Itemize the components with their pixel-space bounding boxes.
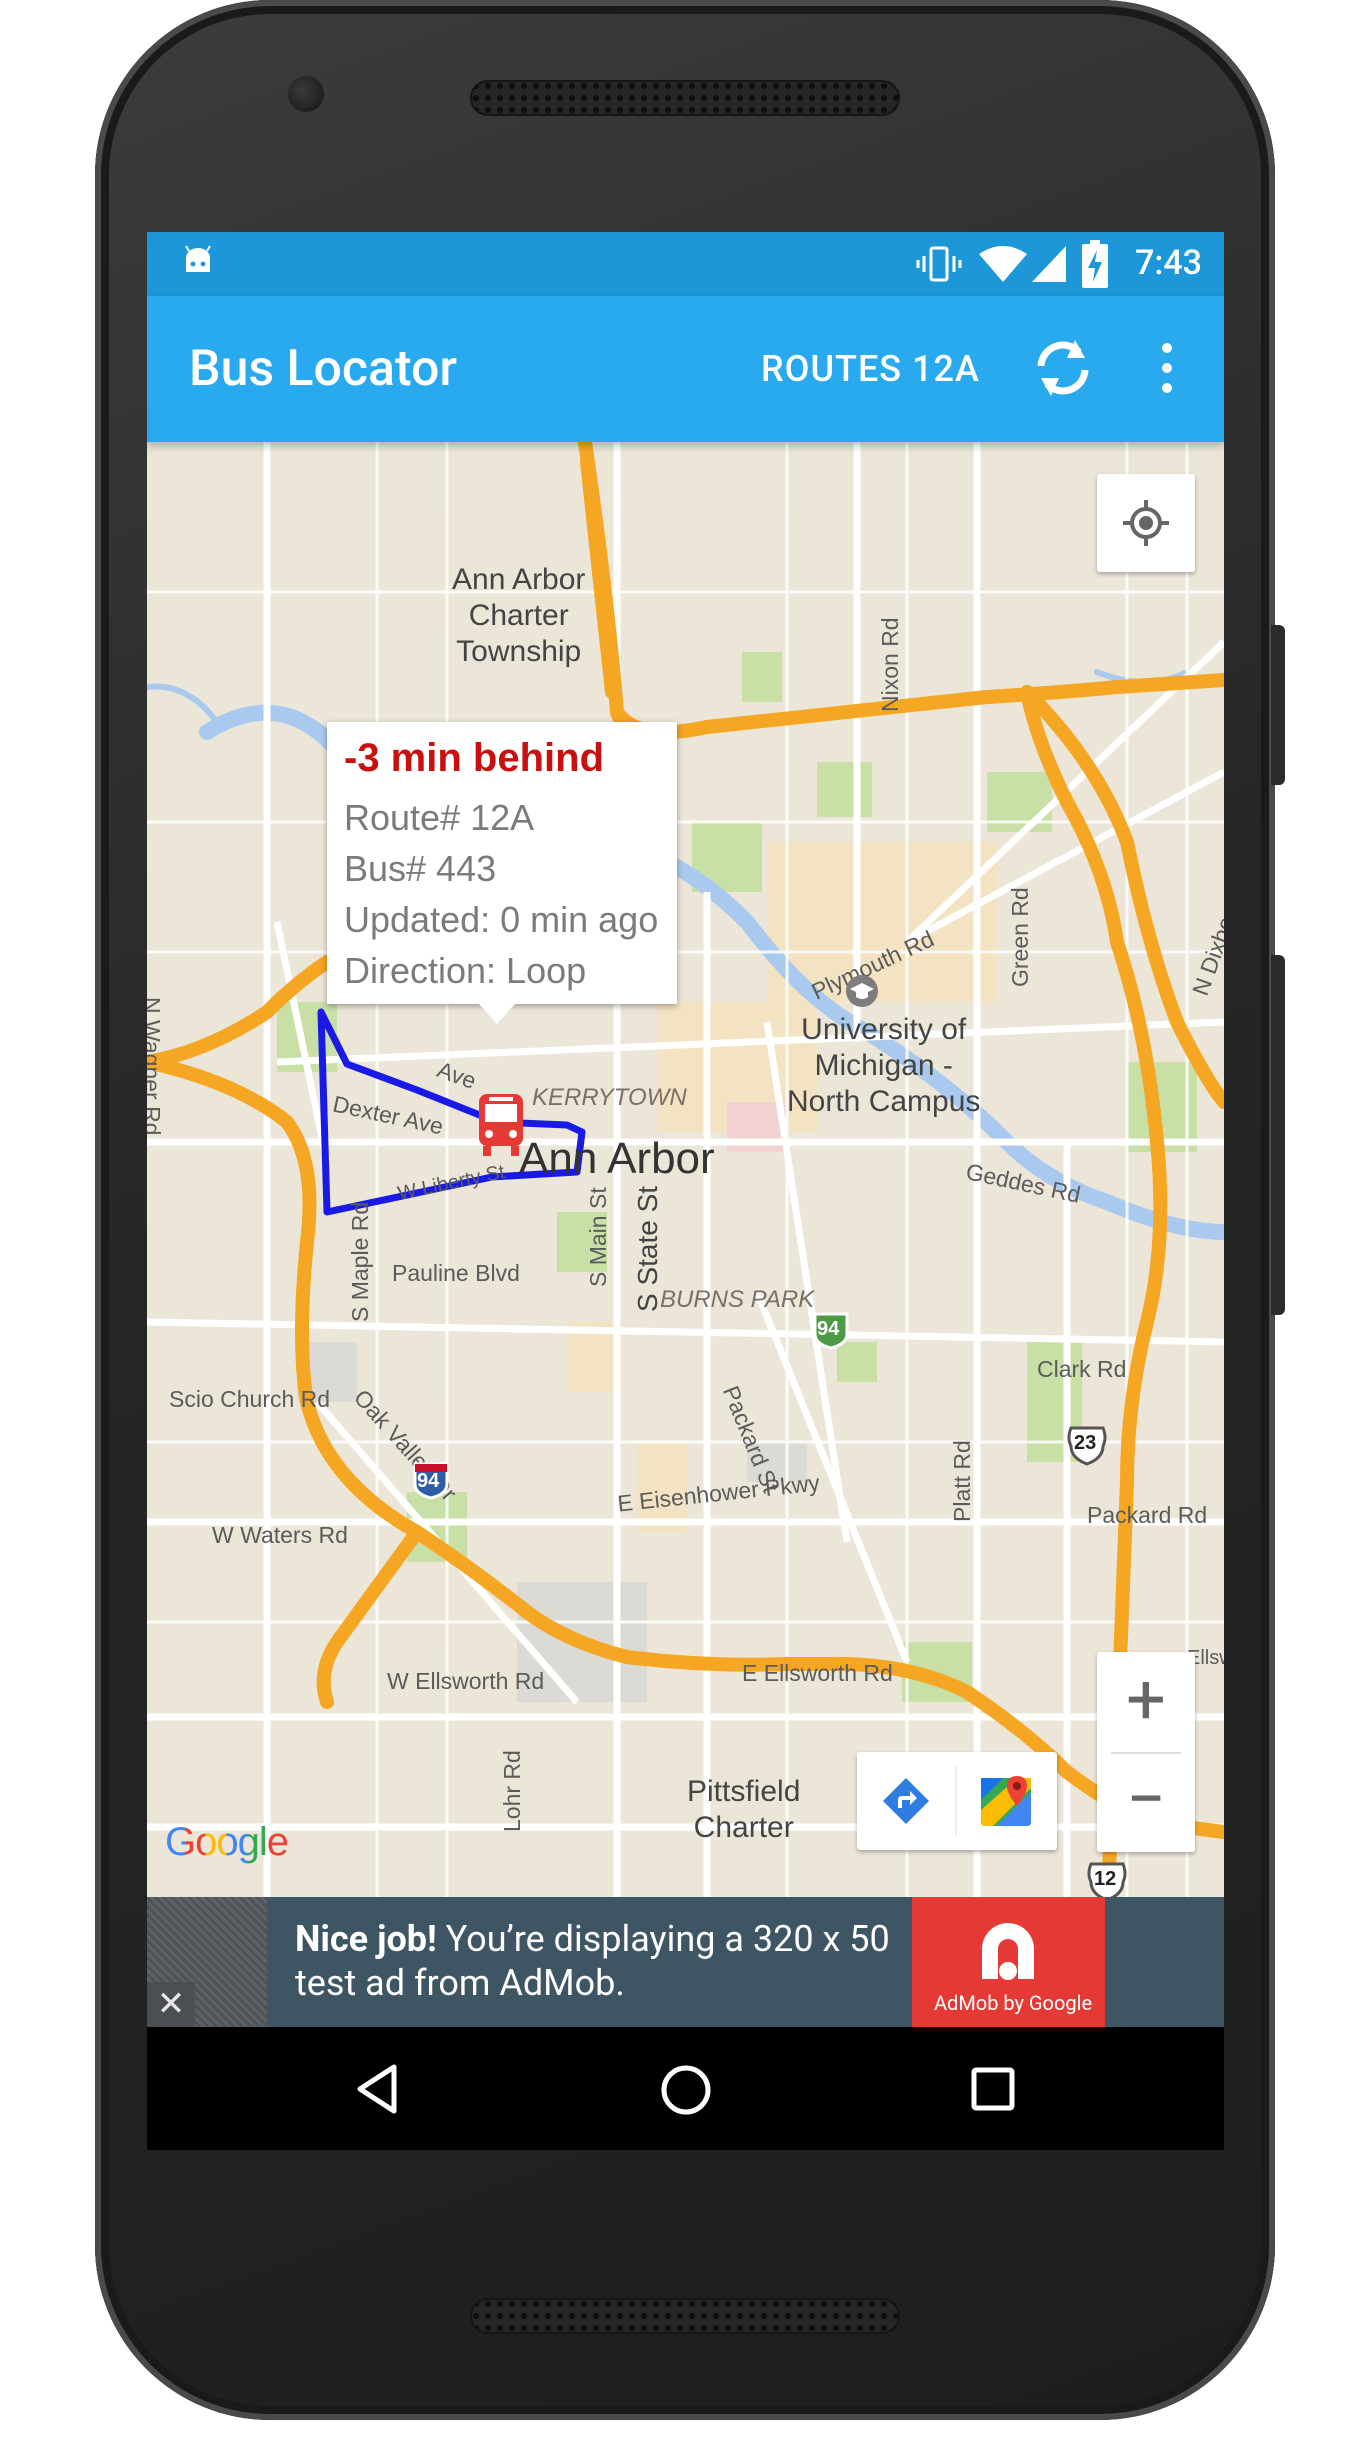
road-green: Green Rd (1007, 887, 1033, 987)
top-speaker (470, 80, 900, 116)
ad-close-button[interactable]: ✕ (147, 1982, 195, 2027)
home-icon[interactable] (659, 2063, 713, 2117)
place-ann-arbor: Ann Arbor (519, 1134, 715, 1183)
zoom-controls: + − (1097, 1652, 1195, 1852)
place-kerrytown: KERRYTOWN (532, 1084, 687, 1111)
schedule-status: -3 min behind (344, 736, 604, 780)
signal-icon (1032, 246, 1066, 282)
shield-12-label: 12 (1094, 1868, 1117, 1890)
status-time: 7:43 (1135, 243, 1202, 283)
google-logo: Google (165, 1820, 289, 1864)
recents-icon[interactable] (969, 2065, 1017, 2113)
google-maps-icon (981, 1776, 1031, 1826)
place-pittsfield: Pittsfield Charter (687, 1775, 801, 1844)
zoom-out-button[interactable]: − (1097, 1752, 1195, 1852)
android-icon (185, 245, 211, 272)
shield-94-b-label: 94 (417, 1470, 440, 1492)
front-camera (288, 76, 324, 112)
road-maple: S Maple Rd (347, 1201, 373, 1322)
road-platt: Platt Rd (949, 1440, 975, 1522)
last-updated: Updated: 0 min ago (344, 899, 659, 940)
bus-info-window[interactable]: -3 min behind Route# 12A Bus# 443 Update… (327, 722, 677, 1024)
power-button (1271, 625, 1285, 785)
bus-marker-icon[interactable] (475, 1092, 527, 1158)
road-nixon: Nixon Rd (877, 617, 903, 712)
road-w-ellsworth: W Ellsworth Rd (387, 1668, 545, 1694)
ad-headline: Nice job! (295, 1918, 437, 1960)
admob-logo: AdMob by Google (912, 1897, 1105, 2027)
place-university: University of Michigan - North Campus (787, 1013, 981, 1118)
back-icon[interactable] (352, 2063, 402, 2115)
overflow-menu-icon[interactable] (1147, 336, 1187, 400)
road-pauline: Pauline Blvd (392, 1260, 520, 1286)
vibrate-icon (916, 246, 962, 282)
app-title: Bus Locator (189, 340, 458, 398)
road-e-ellsworth: E Ellsworth Rd (742, 1660, 893, 1686)
map-toolbar (857, 1752, 1057, 1850)
battery-charging-icon (1082, 240, 1108, 288)
admob-test-ad[interactable]: Nice job! You’re displaying a 320 x 50 t… (267, 1897, 1224, 2027)
zoom-in-button[interactable]: + (1097, 1652, 1195, 1752)
directions-button[interactable] (857, 1752, 955, 1850)
navigation-bar (147, 2027, 1224, 2150)
app-bar: Bus Locator ROUTES 12A (147, 296, 1224, 442)
road-state: S State St (632, 1185, 663, 1312)
directions-icon (883, 1778, 929, 1824)
shield-23-label: 23 (1074, 1432, 1097, 1454)
bottom-speaker (470, 2298, 900, 2334)
road-wagner: N Wagner Rd (147, 997, 165, 1136)
university-icon (846, 975, 878, 1007)
screen: 7:43 Bus Locator ROUTES 12A Ann Arbor Ch… (147, 232, 1224, 2150)
open-in-maps-button[interactable] (957, 1752, 1055, 1850)
map-view[interactable]: Ann Arbor Charter Township University of Mi… (147, 442, 1224, 1897)
route-number: Route# 12A (344, 797, 535, 838)
volume-button (1271, 955, 1285, 1315)
my-location-icon (1123, 500, 1169, 546)
road-clark: Clark Rd (1037, 1356, 1127, 1382)
routes-button[interactable]: ROUTES 12A (761, 348, 980, 390)
direction: Direction: Loop (344, 950, 587, 991)
road-lohr: Lohr Rd (499, 1750, 525, 1832)
admob-icon (982, 1923, 1034, 1980)
ad-banner: ✕ Nice job! You’re displaying a 320 x 50… (147, 1897, 1224, 2027)
bus-number: Bus# 443 (344, 848, 497, 889)
road-main: S Main St (585, 1187, 611, 1287)
road-scio: Scio Church Rd (169, 1386, 331, 1412)
road-waters: W Waters Rd (212, 1522, 348, 1548)
ad-text: Nice job! You’re displaying a 320 x 50 t… (295, 1917, 915, 2005)
refresh-icon[interactable] (1027, 332, 1099, 404)
place-township: Ann Arbor Charter Township (452, 563, 586, 668)
shield-94-a-label: 94 (817, 1318, 840, 1340)
admob-brand: AdMob by Google (934, 1991, 1093, 2015)
google-attribution: Google (165, 1820, 289, 1865)
road-packard-rd: Packard Rd (1087, 1502, 1208, 1528)
place-burns-park: BURNS PARK (660, 1286, 815, 1313)
status-bar: 7:43 (147, 232, 1224, 296)
my-location-button[interactable] (1097, 474, 1195, 572)
wifi-icon (979, 246, 1027, 282)
